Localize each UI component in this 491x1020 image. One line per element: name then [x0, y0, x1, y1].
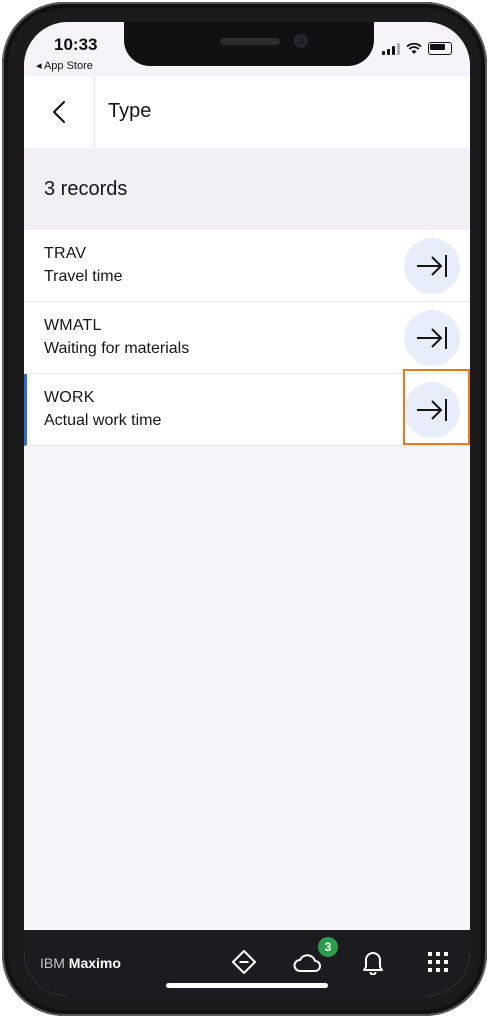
- back-to-app-store-link[interactable]: ◂ App Store: [36, 59, 93, 72]
- notifications-button[interactable]: [358, 947, 388, 977]
- app-menu-button[interactable]: [423, 947, 453, 977]
- status-time: 10:33: [54, 35, 98, 54]
- speaker: [220, 38, 280, 45]
- item-code: WORK: [44, 389, 95, 406]
- screen: 10:33 ◂ App Store Type 3 records TRAV Tr…: [24, 22, 470, 996]
- navigate-icon: [232, 950, 256, 974]
- home-indicator[interactable]: [166, 983, 328, 988]
- battery-icon: [428, 42, 452, 55]
- sync-button[interactable]: [292, 947, 322, 977]
- records-count: 3 records: [44, 178, 128, 200]
- notch: [124, 22, 374, 66]
- chevron-left-icon: [52, 100, 66, 124]
- phone-frame: 10:33 ◂ App Store Type 3 records TRAV Tr…: [2, 2, 487, 1016]
- grid-menu-icon: [428, 952, 448, 972]
- navigate-button[interactable]: [229, 947, 259, 977]
- sync-badge: 3: [318, 937, 338, 957]
- wifi-icon: [406, 42, 422, 54]
- brand-name: Maximo: [68, 955, 121, 971]
- arrow-right-to-line-icon: [417, 255, 447, 277]
- list-item-selected[interactable]: WORK Actual work time: [24, 369, 470, 446]
- type-list: TRAV Travel time WMATL Waiting for mater…: [24, 230, 470, 446]
- item-code: WMATL: [44, 317, 102, 334]
- item-description: Waiting for materials: [44, 340, 190, 357]
- cloud-icon: [293, 954, 321, 972]
- brand-logo: IBM Maximo: [40, 955, 121, 971]
- arrow-right-to-line-icon: [417, 327, 447, 349]
- page-header: Type: [24, 76, 470, 148]
- select-item-button[interactable]: [404, 310, 460, 366]
- list-item[interactable]: WMATL Waiting for materials: [24, 302, 470, 374]
- select-item-button[interactable]: [404, 238, 460, 294]
- item-description: Actual work time: [44, 412, 162, 429]
- bell-icon: [363, 952, 383, 975]
- page-title: Type: [108, 100, 152, 122]
- highlight-box: [403, 369, 470, 445]
- brand-prefix: IBM: [40, 955, 65, 971]
- item-description: Travel time: [44, 268, 123, 285]
- list-item[interactable]: TRAV Travel time: [24, 230, 470, 302]
- signal-icon: [382, 42, 400, 55]
- camera: [294, 34, 308, 48]
- status-icons: [382, 42, 452, 55]
- records-summary: 3 records: [24, 148, 470, 230]
- item-code: TRAV: [44, 245, 87, 262]
- back-button[interactable]: [24, 76, 95, 148]
